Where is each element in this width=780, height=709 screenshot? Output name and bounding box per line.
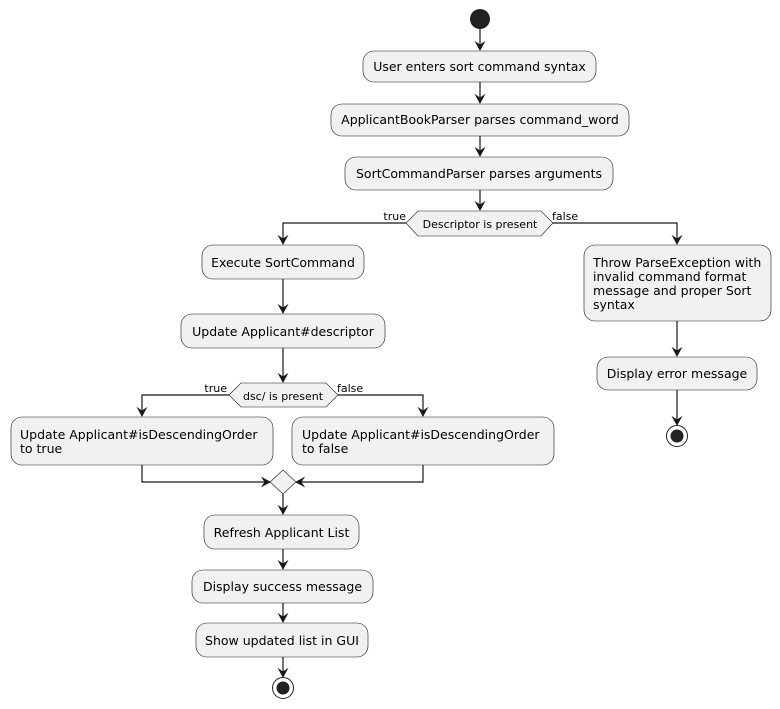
activity-label: Update Applicant#isDescendingOrder (20, 427, 258, 442)
false-label: false (337, 382, 363, 395)
activity-label: to false (302, 441, 349, 456)
false-label: false (552, 210, 578, 223)
flow-arrow (553, 222, 683, 245)
activity-label: Update Applicant#descriptor (192, 324, 375, 339)
activity-label: to true (20, 441, 62, 456)
flow-arrow (277, 222, 406, 245)
activity-throw: Throw ParseException with invalid comman… (583, 244, 772, 322)
activity-success: Display success message (191, 569, 374, 604)
activity-error: Display error message (596, 356, 758, 391)
activity-sort-parser: SortCommandParser parses arguments (344, 156, 614, 191)
activity-set-true: Update Applicant#isDescendingOrder to tr… (10, 416, 274, 466)
activity-label: Refresh Applicant List (214, 525, 350, 540)
activity-label: Update Applicant#isDescendingOrder (302, 427, 540, 442)
activity-label: Display success message (203, 579, 362, 594)
start-node (470, 9, 490, 29)
activity-label: SortCommandParser parses arguments (356, 166, 602, 181)
activity-label: Show updated list in GUI (205, 633, 359, 648)
merge-node (269, 469, 297, 495)
activity-label: message and proper Sort (593, 283, 752, 298)
true-label: true (204, 382, 227, 395)
activity-show-list: Show updated list in GUI (195, 622, 369, 658)
activity-execute: Execute SortCommand (201, 244, 365, 280)
decision-condition: Descriptor is present (423, 218, 538, 231)
activity-label: Execute SortCommand (211, 255, 355, 270)
decision-descriptor: Descriptor is present true false (383, 210, 578, 237)
end-node (272, 677, 294, 699)
activity-parser-parses: ApplicantBookParser parses command_word (330, 103, 630, 137)
end-node (666, 425, 688, 447)
activity-label: Throw ParseException with (592, 255, 761, 270)
activity-set-false: Update Applicant#isDescendingOrder to fa… (291, 416, 555, 466)
activity-label: invalid command format (593, 269, 746, 284)
flow-arrow (136, 394, 229, 417)
true-label: true (383, 210, 406, 223)
decision-condition: dsc/ is present (243, 390, 324, 403)
activity-label: User enters sort command syntax (373, 59, 586, 74)
activity-user-enters: User enters sort command syntax (362, 50, 597, 83)
flow-arrow (141, 465, 271, 488)
activity-refresh: Refresh Applicant List (203, 514, 360, 550)
activity-diagram: User enters sort command syntax Applican… (10, 9, 772, 699)
activity-label: Display error message (607, 366, 748, 381)
flow-arrow (338, 394, 429, 417)
activity-label: syntax (593, 297, 635, 312)
flow-arrow (295, 465, 424, 488)
activity-label: ApplicantBookParser parses command_word (341, 112, 619, 127)
activity-update-descriptor: Update Applicant#descriptor (180, 313, 386, 349)
